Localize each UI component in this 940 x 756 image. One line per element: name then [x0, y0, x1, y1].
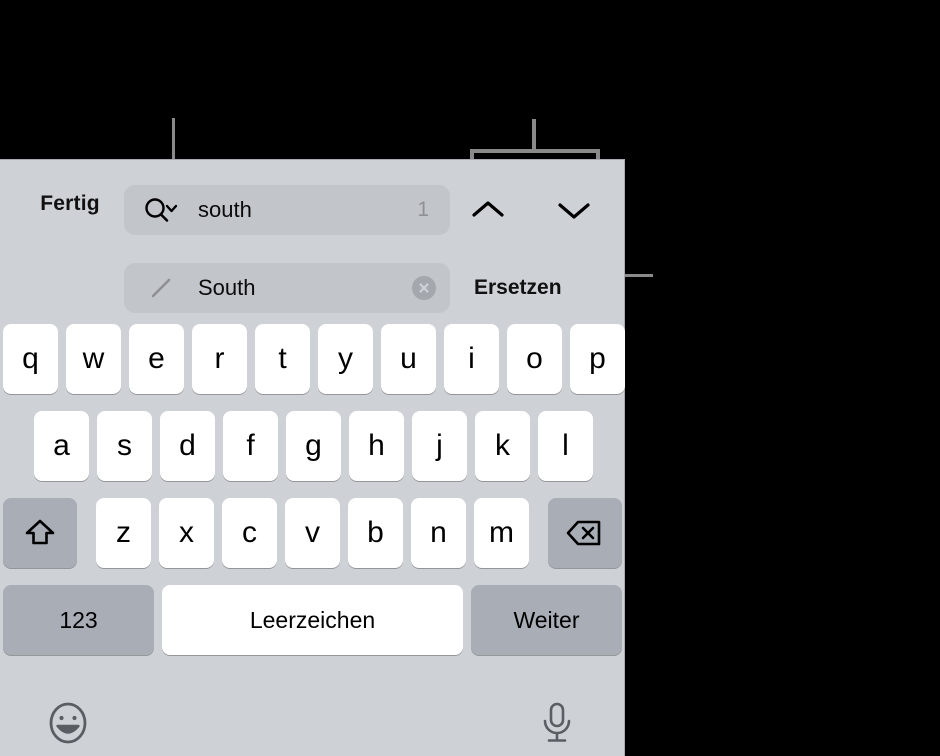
keyboard-panel: Fertig south 1 South Ersetzen q w e r t … [0, 159, 625, 756]
key-label: x [179, 516, 194, 549]
key-label: c [242, 516, 257, 549]
key-label: z [116, 516, 131, 549]
key-w[interactable]: w [66, 324, 121, 394]
replace-button[interactable]: Ersetzen [474, 269, 562, 307]
keyboard: q w e r t y u i o p a s d f g h j k l z x c v b n m 123 Leerzei… [0, 324, 625, 672]
key-label: l [562, 429, 569, 462]
chevron-up-icon[interactable] [466, 192, 510, 228]
keyboard-row-3: zxcvbnm [0, 498, 625, 568]
next-key-label: Weiter [513, 606, 580, 633]
key-label: o [526, 342, 543, 375]
key-label: d [179, 429, 196, 462]
replace-field[interactable]: South [124, 263, 450, 313]
key-z[interactable]: z [96, 498, 151, 568]
key-n[interactable]: n [411, 498, 466, 568]
key-label: q [22, 342, 39, 375]
backspace-icon [566, 520, 601, 546]
callout-line-nav-stem [532, 119, 536, 152]
numbers-key-label: 123 [59, 606, 98, 633]
key-b[interactable]: b [348, 498, 403, 568]
key-q[interactable]: q [3, 324, 58, 394]
key-t[interactable]: t [255, 324, 310, 394]
key-a[interactable]: a [34, 411, 89, 481]
key-v[interactable]: v [285, 498, 340, 568]
key-y[interactable]: y [318, 324, 373, 394]
keyboard-row-1: qwertyuiop [0, 324, 625, 394]
keyboard-row-2: asdfghjkl [0, 411, 625, 481]
key-label: y [338, 342, 353, 375]
find-replace-bar: Fertig south 1 South Ersetzen [0, 170, 625, 313]
microphone-icon[interactable] [533, 699, 581, 747]
key-label: w [82, 342, 105, 375]
key-d[interactable]: d [160, 411, 215, 481]
clear-circle-icon[interactable] [412, 276, 436, 300]
key-label: i [468, 342, 475, 375]
key-r[interactable]: r [192, 324, 247, 394]
key-label: p [589, 342, 606, 375]
key-l[interactable]: l [538, 411, 593, 481]
search-match-count: 1 [417, 198, 429, 221]
key-label: s [117, 429, 132, 462]
key-label: v [305, 516, 320, 549]
numbers-key[interactable]: 123 [3, 585, 154, 655]
replace-button-label: Ersetzen [474, 276, 562, 299]
pencil-icon [138, 263, 186, 313]
backspace-key[interactable] [548, 498, 622, 568]
search-chevron-icon[interactable] [138, 185, 186, 235]
keyboard-row-4: 123 Leerzeichen Weiter [0, 585, 625, 655]
key-m[interactable]: m [474, 498, 529, 568]
key-label: n [430, 516, 447, 549]
key-label: a [53, 429, 70, 462]
shift-key[interactable] [3, 498, 77, 568]
search-input-value[interactable]: south [198, 185, 252, 235]
shift-arrow-icon [25, 519, 55, 545]
key-e[interactable]: e [129, 324, 184, 394]
key-c[interactable]: c [222, 498, 277, 568]
done-button[interactable]: Fertig [20, 184, 120, 224]
key-p[interactable]: p [570, 324, 625, 394]
key-s[interactable]: s [97, 411, 152, 481]
key-label: j [436, 429, 443, 462]
key-i[interactable]: i [444, 324, 499, 394]
key-label: g [305, 429, 322, 462]
search-field[interactable]: south 1 [124, 185, 450, 235]
key-u[interactable]: u [381, 324, 436, 394]
next-key[interactable]: Weiter [471, 585, 622, 655]
key-label: b [367, 516, 384, 549]
key-k[interactable]: k [475, 411, 530, 481]
key-label: m [489, 516, 514, 549]
keyboard-accessory-bar [0, 685, 625, 756]
done-button-label: Fertig [40, 192, 100, 215]
key-label: e [148, 342, 165, 375]
replace-input-value[interactable]: South [198, 263, 256, 313]
screenshot-root: Fertig south 1 South Ersetzen q w e r t … [0, 0, 940, 756]
chevron-down-icon[interactable] [552, 192, 596, 228]
key-f[interactable]: f [223, 411, 278, 481]
key-o[interactable]: o [507, 324, 562, 394]
key-x[interactable]: x [159, 498, 214, 568]
key-label: r [214, 342, 225, 375]
key-j[interactable]: j [412, 411, 467, 481]
key-g[interactable]: g [286, 411, 341, 481]
key-label: h [368, 429, 385, 462]
key-label: k [495, 429, 510, 462]
space-key[interactable]: Leerzeichen [162, 585, 463, 655]
key-label: u [400, 342, 417, 375]
key-h[interactable]: h [349, 411, 404, 481]
callout-line-search [172, 118, 175, 161]
emoji-smiley-icon[interactable] [44, 699, 92, 747]
space-key-label: Leerzeichen [249, 606, 376, 633]
callout-bracket-nav [470, 149, 600, 153]
key-label: t [278, 342, 287, 375]
key-label: f [246, 429, 255, 462]
